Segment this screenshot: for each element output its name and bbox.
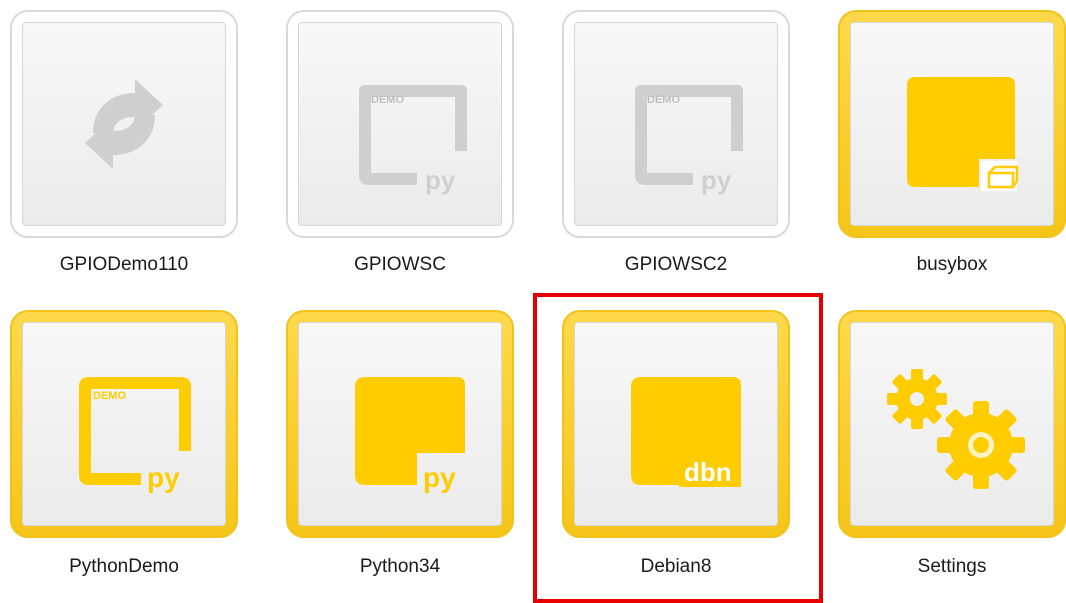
debian-icon: dbn [631, 377, 741, 487]
tile-face: dbn [574, 322, 778, 526]
tile-face [850, 322, 1054, 526]
app-tile-pythondemo[interactable]: DEMO py [10, 310, 238, 538]
python-demo-icon: DEMO py [79, 377, 191, 493]
gears-icon [887, 369, 1025, 489]
app-tile-gpiowsc[interactable]: DEMO py [286, 10, 514, 238]
tile-face: DEMO py [22, 322, 226, 526]
app-label: GPIOWSC2 [624, 254, 728, 275]
svg-text:DEMO: DEMO [93, 390, 126, 402]
tile-face: DEMO py [298, 22, 502, 226]
python-demo-icon: DEMO py [635, 85, 743, 195]
app-label: GPIOWSC [354, 254, 446, 275]
python-icon: py [355, 377, 465, 493]
tile-face [22, 22, 226, 226]
app-label: Settings [917, 556, 987, 577]
app-tile-settings[interactable] [838, 310, 1066, 538]
python-demo-icon: DEMO py [359, 85, 467, 195]
tile-face [850, 22, 1054, 226]
app-tile-gpiowsc2[interactable]: DEMO py [562, 10, 790, 238]
app-label: PythonDemo [69, 556, 179, 577]
app-tile-debian8[interactable]: dbn [562, 310, 790, 538]
svg-text:DEMO: DEMO [647, 94, 680, 106]
busybox-icon [907, 77, 1019, 191]
svg-text:py: py [147, 462, 180, 493]
sync-arrows-icon [85, 79, 163, 169]
svg-text:dbn: dbn [684, 457, 732, 487]
app-label: Debian8 [640, 556, 712, 577]
app-label: GPIODemo110 [59, 254, 189, 275]
svg-text:py: py [423, 462, 456, 493]
svg-text:py: py [425, 165, 456, 195]
tile-face: py [298, 322, 502, 526]
tile-face: DEMO py [574, 22, 778, 226]
app-label: Python34 [359, 556, 441, 577]
app-label: busybox [916, 254, 988, 275]
app-tile-gpiodemo110[interactable] [10, 10, 238, 238]
app-tile-busybox[interactable] [838, 10, 1066, 238]
svg-text:DEMO: DEMO [371, 94, 404, 106]
svg-text:py: py [701, 165, 732, 195]
app-tile-python34[interactable]: py [286, 310, 514, 538]
